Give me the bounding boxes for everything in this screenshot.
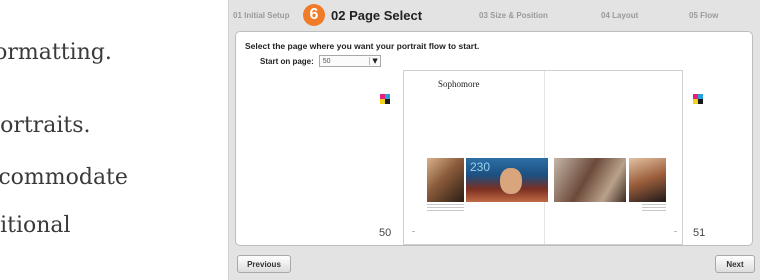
- previous-button[interactable]: Previous: [237, 255, 291, 273]
- folio-mark: [412, 231, 415, 232]
- start-page-row: Start on page: 50 ▼: [260, 55, 381, 67]
- document-text-column: formatting. portraits. ccommodate dition…: [0, 0, 215, 280]
- wizard-step-bar: 01 Initial Setup 6 02 Page Select 03 Siz…: [229, 0, 760, 30]
- right-page-number: 51: [693, 227, 706, 239]
- step-layout[interactable]: 04 Layout: [601, 11, 638, 20]
- portrait-flow-wizard: 01 Initial Setup 6 02 Page Select 03 Siz…: [228, 0, 760, 280]
- start-page-select[interactable]: 50 ▼: [318, 55, 381, 67]
- instruction-text: Select the page where you want your port…: [245, 41, 480, 51]
- spread-photo: [427, 158, 464, 202]
- spread-photo: 230: [466, 158, 548, 202]
- start-page-label: Start on page:: [260, 56, 314, 66]
- step-size-position[interactable]: 03 Size & Position: [479, 11, 548, 20]
- color-registration-icon: [693, 94, 703, 104]
- next-button[interactable]: Next: [715, 255, 755, 273]
- folio-mark: [674, 231, 677, 232]
- photo-page-number: 230: [470, 160, 491, 174]
- document-text-line: ccommodate: [0, 165, 128, 190]
- step-initial-setup[interactable]: 01 Initial Setup: [233, 11, 289, 20]
- spread-photo: [554, 158, 626, 202]
- chevron-down-icon[interactable]: ▼: [369, 57, 378, 65]
- document-text-line: formatting.: [0, 40, 112, 65]
- step-page-select-label: 02 Page Select: [331, 7, 423, 23]
- start-page-value: 50: [322, 57, 331, 65]
- left-page-number: 50: [379, 227, 392, 239]
- step-page-select[interactable]: 6 02 Page Select: [303, 3, 422, 27]
- photo-caption: [642, 204, 666, 213]
- page-select-panel: Select the page where you want your port…: [235, 31, 753, 246]
- color-registration-icon: [380, 94, 390, 104]
- document-text-line: ditional: [0, 213, 71, 238]
- spread-photo-detail: [500, 168, 522, 194]
- section-title: Sophomore: [438, 79, 480, 89]
- step-number-badge: 6: [303, 4, 325, 26]
- page-spread-preview[interactable]: Sophomore 230: [403, 70, 683, 245]
- step-flow[interactable]: 05 Flow: [689, 11, 718, 20]
- document-text-line: portraits.: [0, 113, 91, 138]
- spread-photo: [629, 158, 666, 202]
- photo-caption: [427, 204, 464, 213]
